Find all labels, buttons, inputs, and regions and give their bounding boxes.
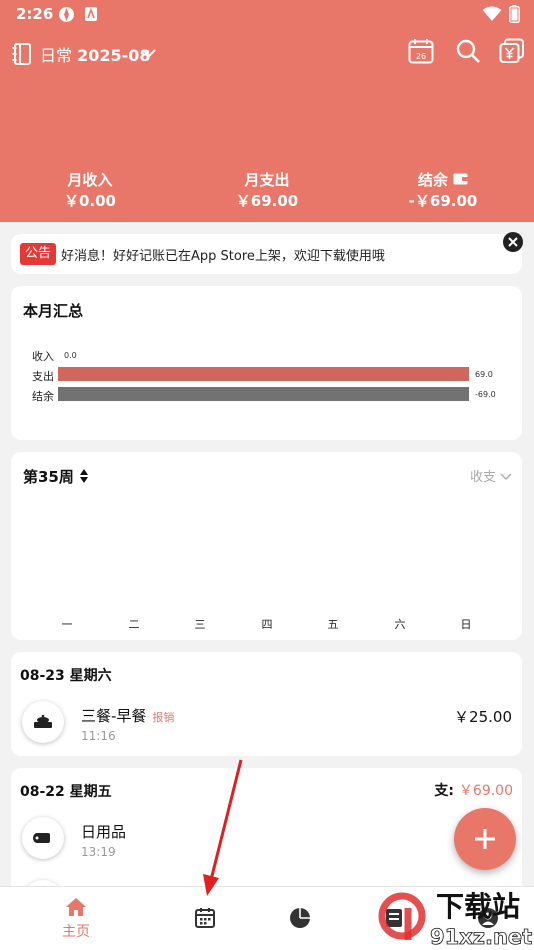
bar-value-label: 69.0: [475, 370, 493, 379]
calendar-day-number: 26: [416, 52, 426, 61]
current-month: 2025-08: [77, 46, 151, 65]
monthly-income-label: 月收入: [67, 171, 113, 189]
watermark-url: 91xz.net: [430, 925, 532, 949]
week-mode-label: 收支: [470, 470, 497, 485]
monthly-summary-card: 本月汇总 收入 支出 结余 0.0 69.0 -69.0: [11, 286, 522, 440]
transaction-time: 11:16: [81, 729, 116, 743]
weekday-label: 二: [128, 618, 140, 631]
chevron-down-icon: [500, 473, 512, 480]
weekly-chart-card: 第35周 收支 一 二 三 四 五 六 日: [11, 452, 522, 640]
bar-1: [58, 367, 469, 381]
category-icon-circle: [22, 817, 64, 859]
home-icon: [66, 898, 86, 916]
nav-home[interactable]: 主页: [46, 897, 106, 941]
meal-icon: [34, 714, 52, 728]
status-time: 2:26: [16, 5, 54, 23]
transaction-amount: ￥25.00: [454, 708, 512, 726]
battery-icon: [509, 5, 520, 27]
day-date: 08-22 星期五: [20, 784, 112, 800]
day-date: 08-23 星期六: [20, 668, 112, 684]
search-icon: [456, 39, 480, 63]
week-mode-dropdown[interactable]: 收支: [470, 466, 512, 485]
category-icon-circle: [22, 701, 64, 743]
announcement-text: 好消息！好好记账已在App Store上架，欢迎下载使用哦: [61, 249, 385, 264]
ledger-book-icon[interactable]: [12, 43, 32, 69]
announcement-tag: 公告: [20, 243, 56, 265]
bar-value-label: 0.0: [64, 351, 77, 360]
calendar-date-button[interactable]: 26: [408, 38, 438, 68]
weekday-label: 六: [394, 618, 406, 631]
week-label: 第35周: [23, 468, 74, 486]
weekday-label: 日: [460, 618, 472, 631]
nav-calendar[interactable]: [175, 907, 235, 933]
day-expense-label: 支:: [434, 783, 455, 799]
header: 2:26 日常 2025-08 26 月收入 ￥0.00 月支出 ￥69.00 …: [0, 0, 534, 222]
app-screen: 2:26 日常 2025-08 26 月收入 ￥0.00 月支出 ￥69.00 …: [0, 0, 534, 950]
monthly-income-value: ￥0.00: [63, 192, 116, 210]
ledger-title[interactable]: 日常 2025-08: [40, 42, 151, 66]
site-logo: 下载站 91xz.net: [378, 890, 533, 949]
announcement-bar[interactable]: 公告 好消息！好好记账已在App Store上架，欢迎下载使用哦: [11, 232, 523, 274]
reimbursement-tag: 报销: [152, 711, 175, 724]
currency-bill-button[interactable]: [499, 38, 529, 68]
weekday-label: 四: [261, 618, 273, 631]
weekday-label: 一: [61, 618, 73, 631]
title-bar: 日常 2025-08 26: [0, 38, 534, 70]
day-expense-value: ￥69.00: [458, 783, 513, 799]
app-notification-icon: [84, 6, 98, 26]
transaction-time: 13:19: [81, 845, 116, 859]
transaction-category: 三餐-早餐: [81, 707, 147, 725]
day-group: 08-23 星期六 三餐-早餐 报销 11:16 ￥25.00: [11, 652, 522, 756]
status-bar: 2:26: [0, 0, 534, 28]
monthly-summary-title: 本月汇总: [23, 302, 84, 320]
calendar-icon: [195, 908, 215, 928]
add-record-button[interactable]: [454, 808, 516, 870]
week-selector[interactable]: 第35周: [23, 466, 89, 487]
watermark-title: 下载站: [436, 890, 520, 923]
bar-2: [58, 387, 469, 401]
plus-icon: [475, 829, 495, 849]
pie-chart-icon: [290, 908, 310, 928]
bar-value-label: -69.0: [475, 390, 496, 399]
monthly-expense-summary: 月支出 ￥69.00: [197, 170, 337, 212]
sort-updown-icon: [80, 469, 89, 483]
monthly-expense-label: 月支出: [244, 171, 290, 189]
monthly-balance-value: -￥69.00: [408, 192, 478, 210]
day-expense-total: 支: ￥69.00: [434, 780, 513, 800]
transaction-category: 日用品: [81, 823, 127, 841]
yuan-bill-icon: [499, 38, 524, 63]
weekday-label: 五: [327, 618, 339, 631]
weekday-label: 三: [194, 618, 206, 631]
monthly-balance-summary[interactable]: 结余 -￥69.00: [373, 170, 513, 212]
monthly-balance-label: 结余: [417, 171, 448, 189]
bar-label-balance: 结余: [32, 390, 54, 403]
close-announcement-button[interactable]: [503, 232, 523, 252]
transaction-name: 三餐-早餐 报销: [81, 705, 174, 726]
chevron-down-icon[interactable]: [141, 44, 157, 63]
ledger-name: 日常: [40, 46, 73, 65]
bar-label-expense: 支出: [32, 370, 54, 383]
calendar-icon: 26: [408, 39, 434, 64]
nav-home-label: 主页: [62, 924, 90, 940]
monthly-balance-label-row: 结余: [373, 170, 513, 191]
wallet-icon: [453, 173, 469, 185]
close-icon: [508, 237, 518, 247]
vpn-status-icon: [58, 6, 75, 27]
monthly-income-summary: 月收入 ￥0.00: [20, 170, 160, 212]
bar-label-income: 收入: [32, 350, 54, 363]
search-button[interactable]: [455, 38, 485, 68]
nav-statistics[interactable]: [270, 907, 330, 933]
watermark: 下载站 91xz.net: [378, 888, 534, 950]
monthly-expense-value: ￥69.00: [235, 192, 299, 210]
day-group: 08-22 星期五 支: ￥69.00 日用品 13:19: [11, 768, 522, 922]
wifi-icon: [482, 6, 502, 26]
tissue-roll-icon: [33, 833, 50, 843]
